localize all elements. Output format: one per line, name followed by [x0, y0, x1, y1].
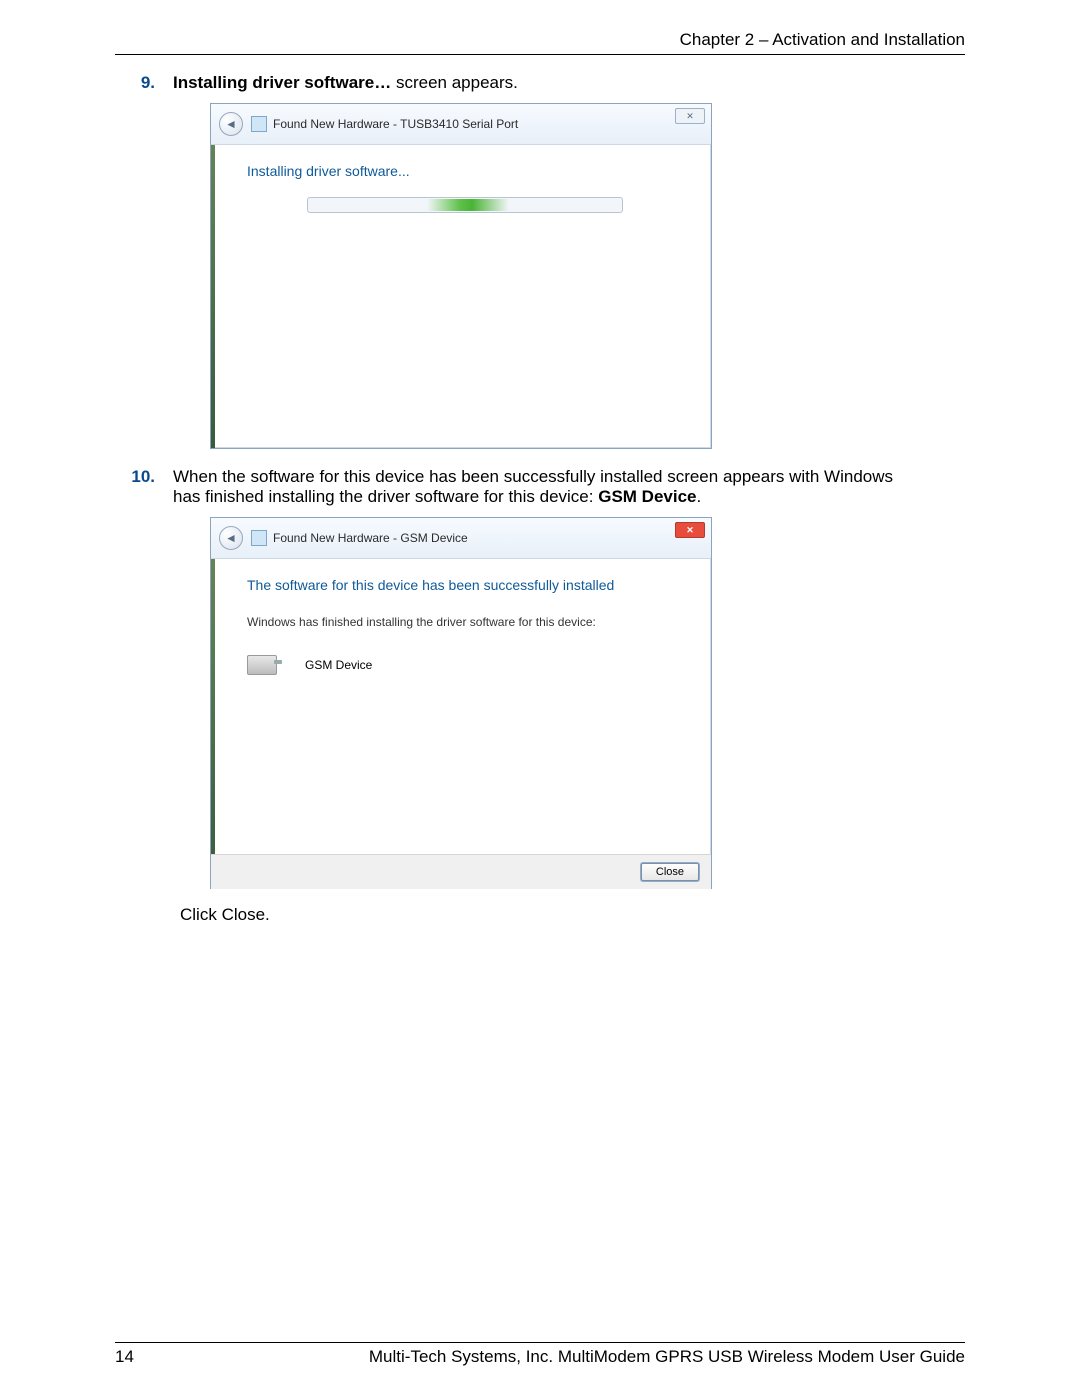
step-bold-end: GSM Device	[598, 487, 696, 506]
window-title: Found New Hardware - TUSB3410 Serial Por…	[273, 117, 518, 131]
titlebar: ◄ Found New Hardware - GSM Device ✕	[211, 518, 711, 559]
progress-indicator	[427, 199, 509, 211]
dialog-heading: Installing driver software...	[247, 163, 683, 179]
back-icon[interactable]: ◄	[219, 526, 243, 550]
dialog-footer: Close	[211, 854, 711, 889]
dialog-success: ◄ Found New Hardware - GSM Device ✕ The …	[210, 517, 712, 889]
close-icon[interactable]: ✕	[675, 522, 705, 538]
step-line1a: When the software for this device has be…	[173, 467, 893, 486]
step-9: 9. Installing driver software… screen ap…	[115, 73, 965, 93]
click-bold: Close.	[222, 905, 270, 924]
close-button[interactable]: Close	[641, 863, 699, 881]
dialog-subtext: Windows has finished installing the driv…	[247, 615, 683, 629]
click-close-text: Click Close.	[180, 905, 965, 925]
step-rest: screen appears.	[391, 73, 518, 92]
titlebar: ◄ Found New Hardware - TUSB3410 Serial P…	[211, 104, 711, 145]
progress-bar	[307, 197, 623, 213]
device-thumb-icon	[247, 655, 277, 675]
step-bold: Installing driver software…	[173, 73, 391, 92]
device-icon	[251, 116, 267, 132]
window-title: Found New Hardware - GSM Device	[273, 531, 468, 545]
document-page: Chapter 2 – Activation and Installation …	[0, 0, 1080, 1397]
progress-wrap	[307, 197, 623, 213]
dialog-content: Installing driver software...	[211, 145, 711, 449]
dialog-content: The software for this device has been su…	[211, 559, 711, 889]
step-number: 9.	[115, 73, 173, 93]
chapter-header: Chapter 2 – Activation and Installation	[115, 30, 965, 55]
back-icon[interactable]: ◄	[219, 112, 243, 136]
footer-text: Multi-Tech Systems, Inc. MultiModem GPRS…	[369, 1347, 965, 1367]
step-number: 10.	[115, 467, 173, 507]
device-name: GSM Device	[305, 658, 372, 672]
step-10: 10. When the software for this device ha…	[115, 467, 965, 507]
step-period: .	[696, 487, 701, 506]
step-text: Installing driver software… screen appea…	[173, 73, 965, 93]
device-icon	[251, 530, 267, 546]
page-footer: 14 Multi-Tech Systems, Inc. MultiModem G…	[115, 1342, 965, 1367]
page-number: 14	[115, 1347, 134, 1367]
dialog-heading: The software for this device has been su…	[247, 577, 683, 593]
click-pre: Click	[180, 905, 222, 924]
step-text: When the software for this device has be…	[173, 467, 965, 507]
dialog-installing: ◄ Found New Hardware - TUSB3410 Serial P…	[210, 103, 712, 449]
step-line1b: has finished installing the driver softw…	[173, 487, 598, 506]
device-row: GSM Device	[247, 655, 683, 675]
close-icon[interactable]: ✕	[675, 108, 705, 124]
